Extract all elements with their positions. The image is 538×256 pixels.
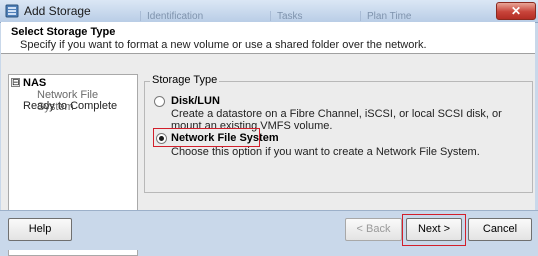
cancel-button[interactable]: Cancel (468, 218, 532, 241)
collapse-icon[interactable]: ⊟ (11, 78, 20, 87)
help-button[interactable]: Help (8, 218, 72, 241)
step-nas[interactable]: NAS (23, 77, 46, 89)
disk-lun-label[interactable]: Disk/LUN (171, 95, 220, 107)
title-bar: Add Storage Identification Tasks Plan Ti… (0, 0, 538, 23)
background-tab: Tasks (270, 11, 303, 22)
storage-icon (5, 4, 19, 18)
wizard-body: ⊟ NAS Network File System Ready to Compl… (1, 54, 535, 256)
page-description: Specify if you want to format a new volu… (20, 39, 427, 51)
window-title: Add Storage (24, 4, 91, 18)
wizard-header: Select Storage Type Specify if you want … (1, 22, 535, 54)
page-title: Select Storage Type (11, 26, 116, 38)
background-tab: Plan Time (360, 11, 411, 22)
background-tab: Identification (140, 11, 203, 22)
back-button[interactable]: < Back (345, 218, 402, 241)
close-button[interactable]: ✕ (496, 2, 536, 20)
close-icon: ✕ (510, 4, 522, 18)
storage-type-legend: Storage Type (150, 74, 220, 86)
next-button[interactable]: Next > (406, 218, 462, 241)
disk-lun-radio[interactable] (154, 96, 165, 107)
selection-highlight (153, 128, 260, 147)
step-ready-to-complete[interactable]: Ready to Complete (23, 100, 117, 112)
network-file-system-description: Choose this option if you want to create… (171, 146, 480, 158)
